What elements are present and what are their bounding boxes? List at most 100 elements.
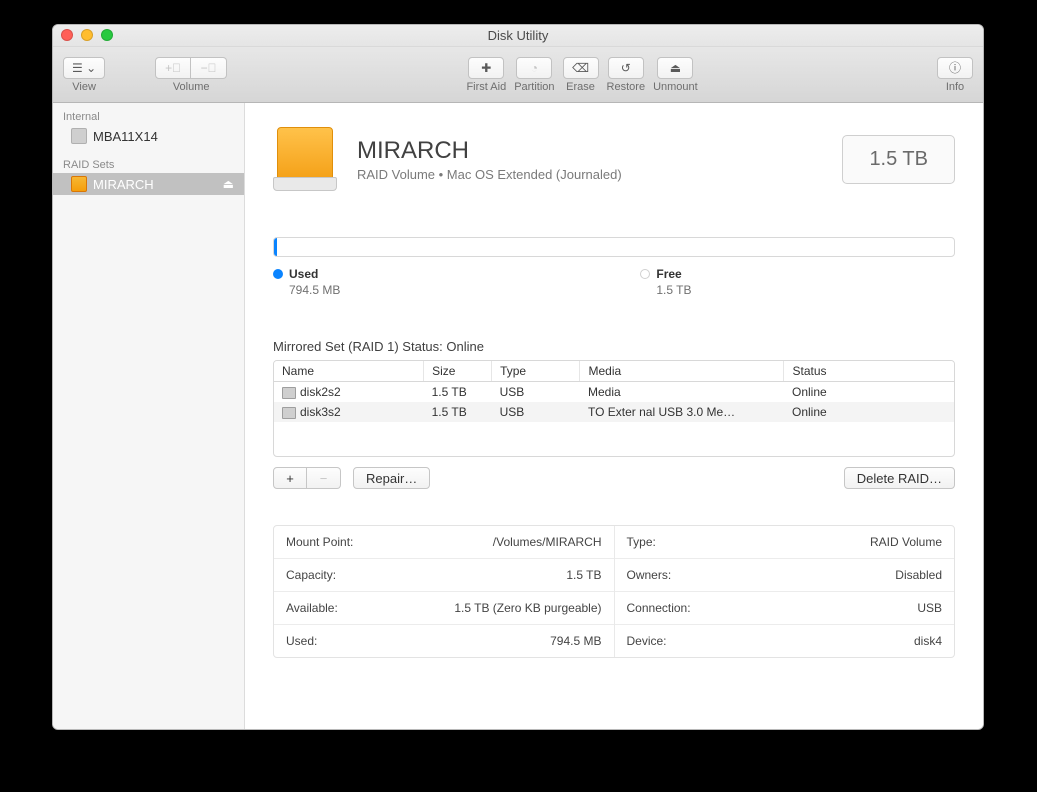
partition-button[interactable]: ◔	[516, 57, 552, 79]
drive-icon	[71, 128, 87, 144]
titlebar: Disk Utility	[53, 25, 983, 47]
info-owners: Owners:Disabled	[615, 559, 955, 592]
sidebar-item-mba11x14[interactable]: MBA11X14	[53, 125, 244, 147]
col-name[interactable]: Name	[274, 361, 424, 382]
legend-free-value: 1.5 TB	[640, 283, 691, 297]
restore-icon: ↺	[621, 61, 631, 75]
volume-header: MIRARCH RAID Volume • Mac OS Extended (J…	[245, 103, 983, 201]
toolbar-partition-group: ◔ Partition	[514, 57, 554, 93]
view-label: View	[72, 81, 96, 93]
usage-bar-used	[274, 238, 277, 256]
toolbar-firstaid-group: ✚ First Aid	[466, 57, 506, 93]
legend-free-label: Free	[656, 267, 681, 281]
volume-add-button[interactable]: +⃝	[155, 57, 191, 79]
table-row[interactable]: disk2s2 1.5 TB USB Media Online	[274, 382, 954, 403]
repair-button[interactable]: Repair…	[353, 467, 430, 489]
sidebar-section-internal: Internal	[53, 109, 244, 125]
swatch-free	[640, 269, 650, 279]
raid-table: Name Size Type Media Status disk2s2 1.5 …	[273, 360, 955, 457]
delete-raid-button[interactable]: Delete RAID…	[844, 467, 955, 489]
info-used: Used:794.5 MB	[274, 625, 614, 657]
erase-icon: ⌫	[572, 61, 589, 75]
col-media[interactable]: Media	[580, 361, 784, 382]
add-remove-segment: + −	[273, 467, 341, 489]
info-available: Available:1.5 TB (Zero KB purgeable)	[274, 592, 614, 625]
minimize-button[interactable]	[81, 29, 93, 41]
window: Disk Utility ☰ ⌄ View +⃝ −⃝ Volume ✚ Fir…	[52, 24, 984, 730]
col-type[interactable]: Type	[492, 361, 580, 382]
toolbar-volume-group: +⃝ −⃝ Volume	[155, 57, 227, 93]
info-capacity: Capacity:1.5 TB	[274, 559, 614, 592]
close-button[interactable]	[61, 29, 73, 41]
sidebar-item-mirarch[interactable]: MIRARCH ⏏	[53, 173, 244, 195]
body: Internal MBA11X14 RAID Sets MIRARCH ⏏	[53, 103, 983, 729]
volume-size-badge: 1.5 TB	[842, 135, 955, 184]
zoom-button[interactable]	[101, 29, 113, 41]
volume-remove-button[interactable]: −⃝	[191, 57, 227, 79]
toolbar: ☰ ⌄ View +⃝ −⃝ Volume ✚ First Aid ◔ Part…	[53, 47, 983, 103]
info-grid: Mount Point:/Volumes/MIRARCH Capacity:1.…	[273, 525, 955, 658]
volume-subtitle: RAID Volume • Mac OS Extended (Journaled…	[357, 167, 822, 182]
table-row[interactable]: disk3s2 1.5 TB USB TO Exter nal USB 3.0 …	[274, 402, 954, 422]
eject-icon: ⏏	[670, 61, 681, 75]
raid-status-line: Mirrored Set (RAID 1) Status: Online	[245, 339, 983, 354]
window-title: Disk Utility	[488, 28, 549, 43]
erase-label: Erase	[566, 81, 595, 93]
erase-button[interactable]: ⌫	[563, 57, 599, 79]
sidebar-item-label: MIRARCH	[93, 177, 154, 192]
info-connection: Connection:USB	[615, 592, 955, 625]
restore-label: Restore	[607, 81, 646, 93]
legend-used-label: Used	[289, 267, 318, 281]
info-left-column: Mount Point:/Volumes/MIRARCH Capacity:1.…	[274, 526, 615, 657]
partition-label: Partition	[514, 81, 554, 93]
traffic-lights	[61, 29, 113, 41]
eject-icon[interactable]: ⏏	[223, 177, 234, 191]
volume-icon	[71, 176, 87, 192]
volume-label: Volume	[173, 81, 210, 93]
plus-icon: +⃝	[165, 61, 181, 75]
legend-used: Used	[273, 267, 340, 281]
first-aid-label: First Aid	[466, 81, 506, 93]
volume-name: MIRARCH	[357, 137, 822, 165]
add-disk-button[interactable]: +	[273, 467, 307, 489]
toolbar-restore-group: ↺ Restore	[607, 57, 646, 93]
toolbar-info-group: ⓘ Info	[937, 57, 973, 93]
remove-disk-button[interactable]: −	[307, 467, 341, 489]
info-icon: ⓘ	[949, 59, 961, 76]
usage-bar	[273, 237, 955, 257]
sidebar-item-label: MBA11X14	[93, 129, 158, 144]
info-label: Info	[946, 81, 964, 93]
unmount-button[interactable]: ⏏	[657, 57, 693, 79]
minus-icon: −⃝	[201, 61, 217, 75]
disk-icon	[282, 407, 296, 419]
sidebar: Internal MBA11X14 RAID Sets MIRARCH ⏏	[53, 103, 245, 729]
legend-used-value: 794.5 MB	[273, 283, 340, 297]
disk-icon	[282, 387, 296, 399]
swatch-used	[273, 269, 283, 279]
info-device: Device:disk4	[615, 625, 955, 657]
info-right-column: Type:RAID Volume Owners:Disabled Connect…	[615, 526, 955, 657]
col-status[interactable]: Status	[784, 361, 954, 382]
restore-button[interactable]: ↺	[608, 57, 644, 79]
raid-buttons: + − Repair… Delete RAID…	[245, 467, 983, 489]
main-content: MIRARCH RAID Volume • Mac OS Extended (J…	[245, 103, 983, 729]
first-aid-button[interactable]: ✚	[468, 57, 504, 79]
unmount-label: Unmount	[653, 81, 698, 93]
info-mount-point: Mount Point:/Volumes/MIRARCH	[274, 526, 614, 559]
sidebar-icon: ☰	[72, 61, 83, 75]
info-button[interactable]: ⓘ	[937, 57, 973, 79]
legend-free: Free	[640, 267, 691, 281]
toolbar-view-group: ☰ ⌄ View	[63, 57, 105, 93]
sidebar-section-raid: RAID Sets	[53, 157, 244, 173]
stethoscope-icon: ✚	[481, 61, 491, 75]
toolbar-unmount-group: ⏏ Unmount	[653, 57, 698, 93]
pie-icon: ◔	[531, 61, 538, 75]
volume-large-icon	[273, 127, 337, 191]
col-size[interactable]: Size	[424, 361, 492, 382]
info-type: Type:RAID Volume	[615, 526, 955, 559]
chevron-down-icon: ⌄	[86, 61, 96, 75]
view-button[interactable]: ☰ ⌄	[63, 57, 105, 79]
usage-section: Used 794.5 MB Free 1.5 TB	[245, 201, 983, 305]
toolbar-erase-group: ⌫ Erase	[563, 57, 599, 93]
usage-legend: Used 794.5 MB Free 1.5 TB	[273, 267, 955, 297]
